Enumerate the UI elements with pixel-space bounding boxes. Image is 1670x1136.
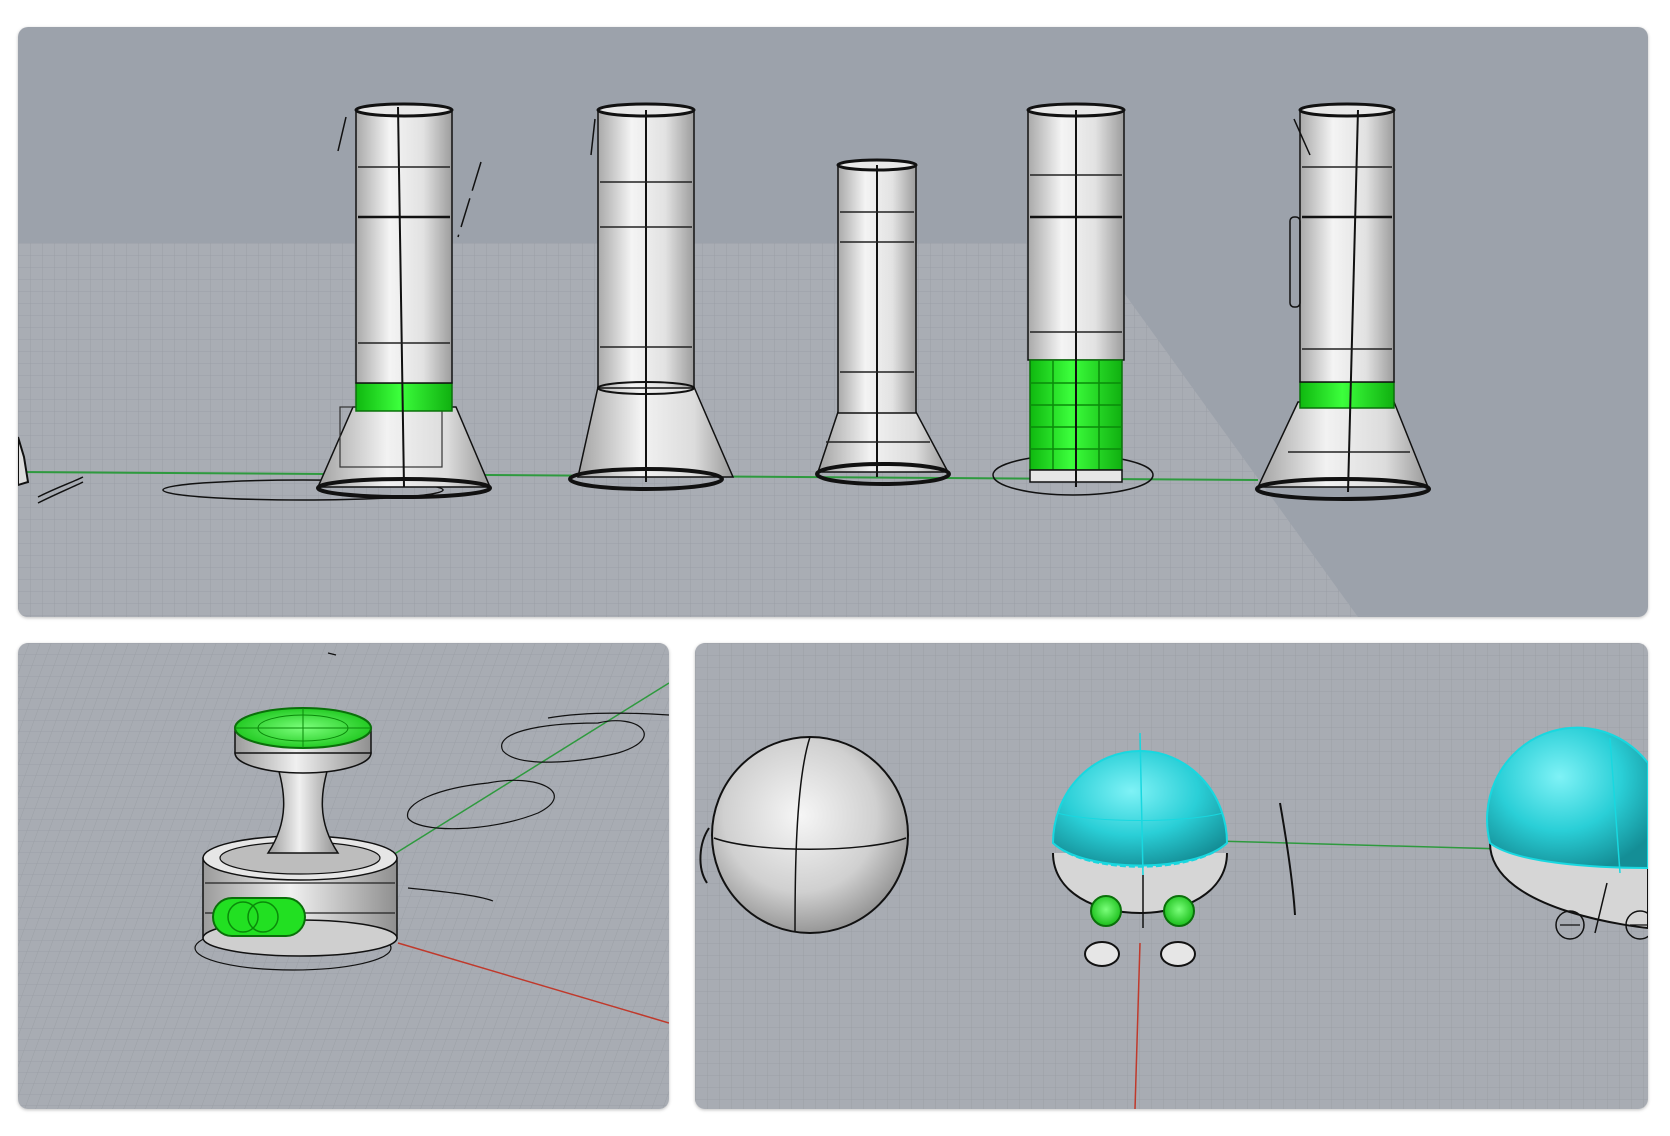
viewport-top-canvas (18, 27, 1648, 617)
viewport-bl-canvas (18, 643, 669, 1109)
viewport-perspective-bottom-left[interactable] (18, 643, 669, 1109)
viewport-perspective-bottom-right[interactable] (695, 643, 1648, 1109)
robot-foot-left (1084, 941, 1120, 967)
viewport-br-canvas (695, 643, 1648, 1109)
robot-foot-right (1160, 941, 1196, 967)
viewport-perspective-top[interactable] (18, 27, 1648, 617)
selected-robot-button-right[interactable] (1163, 895, 1195, 927)
selected-grip-band-5[interactable] (1299, 381, 1395, 409)
selected-grip-band[interactable] (355, 382, 453, 412)
selected-stamp-button[interactable] (212, 897, 306, 937)
selected-robot-button-left[interactable] (1090, 895, 1122, 927)
